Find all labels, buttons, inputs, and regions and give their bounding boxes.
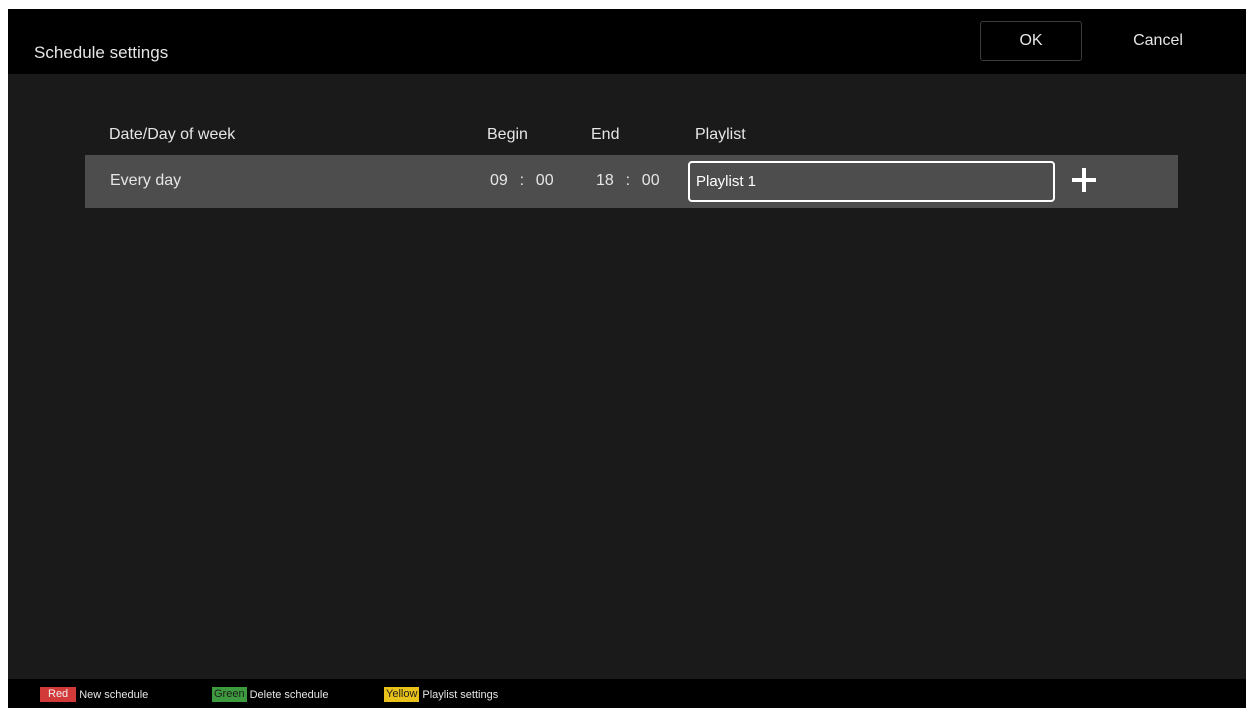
hint-playlist-settings: Yellow Playlist settings [384, 687, 498, 702]
end-time[interactable]: 18 : 00 [596, 172, 660, 190]
add-playlist-button[interactable] [1069, 165, 1099, 195]
green-key-badge: Green [212, 687, 247, 702]
begin-hour[interactable]: 09 [490, 172, 508, 190]
begin-time[interactable]: 09 : 00 [490, 172, 554, 190]
yellow-key-badge: Yellow [384, 687, 420, 702]
header-bar: Schedule settings OK Cancel [8, 9, 1246, 74]
hint-delete-schedule: Green Delete schedule [212, 687, 328, 702]
hint-new-schedule: Red New schedule [40, 687, 148, 702]
end-minute[interactable]: 00 [642, 172, 660, 190]
column-header-end: End [591, 126, 620, 143]
hint-label: New schedule [79, 688, 149, 701]
hint-label: Delete schedule [249, 688, 329, 701]
end-time-separator: : [625, 172, 631, 189]
ok-button[interactable]: OK [980, 21, 1082, 61]
begin-time-separator: : [519, 172, 525, 189]
hint-label: Playlist settings [422, 688, 499, 701]
footer-hint-bar: Red New schedule Green Delete schedule Y… [8, 679, 1246, 708]
column-header-date: Date/Day of week [109, 126, 236, 143]
cancel-button[interactable]: Cancel [1108, 21, 1208, 61]
schedule-row[interactable]: Every day 09 : 00 18 : 00 Playlist 1 [85, 155, 1178, 208]
end-hour[interactable]: 18 [596, 172, 614, 190]
page-title: Schedule settings [34, 43, 169, 62]
schedule-settings-screen: Schedule settings OK Cancel Date/Day of … [8, 9, 1246, 708]
column-header-playlist: Playlist [695, 126, 746, 143]
column-header-begin: Begin [487, 126, 528, 143]
schedule-day[interactable]: Every day [110, 172, 181, 190]
red-key-badge: Red [40, 687, 77, 702]
playlist-select[interactable]: Playlist 1 [688, 161, 1055, 202]
begin-minute[interactable]: 00 [536, 172, 554, 190]
